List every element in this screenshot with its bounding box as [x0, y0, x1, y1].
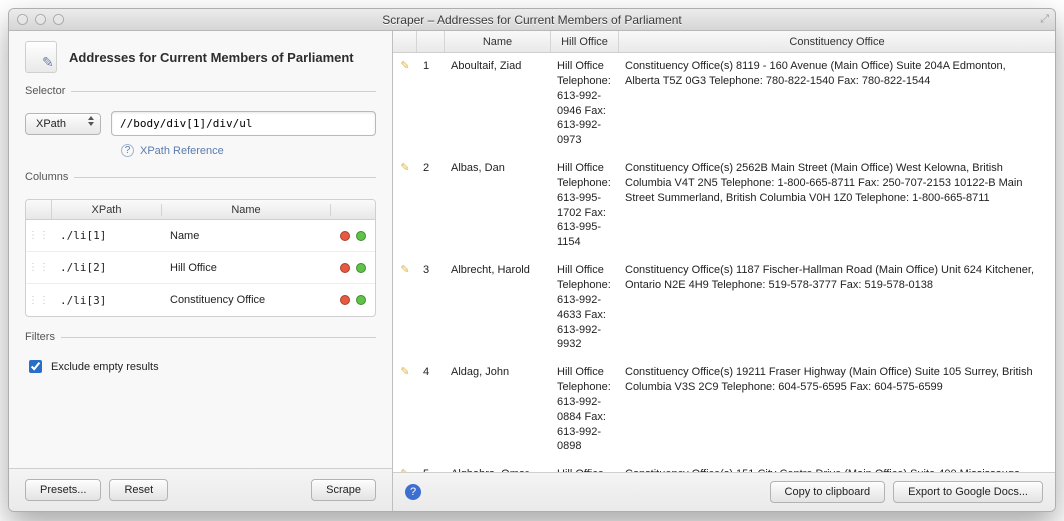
xpath-reference-link[interactable]: ? XPath Reference: [121, 144, 376, 157]
reset-button[interactable]: Reset: [109, 479, 168, 501]
results-body[interactable]: ✎1Aboultaif, ZiadHill Office Telephone: …: [393, 53, 1055, 472]
page-title: Addresses for Current Members of Parliam…: [69, 50, 354, 65]
cell-hill-office: Hill Office Telephone: 613-992-0946 Fax:…: [551, 59, 619, 148]
column-name[interactable]: Hill Office: [162, 262, 331, 274]
cell-name: Aldag, John: [445, 365, 551, 380]
presets-button[interactable]: Presets...: [25, 479, 101, 501]
columns-header-row: XPath Name: [26, 200, 375, 220]
results-header-num: [417, 31, 445, 52]
columns-legend: Columns: [25, 171, 74, 183]
columns-header-xpath: XPath: [52, 204, 162, 216]
table-row[interactable]: ✎5Alghabra, OmarHill Office Telephone: 6…: [393, 461, 1055, 472]
column-xpath[interactable]: ./li[2]: [52, 261, 162, 274]
exclude-empty-label: Exclude empty results: [51, 361, 159, 373]
export-google-docs-button[interactable]: Export to Google Docs...: [893, 481, 1043, 503]
row-number: 3: [417, 263, 445, 278]
remove-column-icon[interactable]: [340, 231, 350, 241]
drag-handle-icon[interactable]: ⋮⋮: [26, 262, 52, 273]
cell-name: Aboultaif, Ziad: [445, 59, 551, 74]
cell-constituency-office: Constituency Office(s) 8119 - 160 Avenue…: [619, 59, 1055, 89]
column-name[interactable]: Constituency Office: [162, 294, 331, 306]
xpath-reference-label: XPath Reference: [140, 145, 224, 157]
scrape-button[interactable]: Scrape: [311, 479, 376, 501]
table-row[interactable]: ✎4Aldag, JohnHill Office Telephone: 613-…: [393, 359, 1055, 461]
results-header-hill[interactable]: Hill Office: [551, 31, 619, 52]
document-edit-icon: [25, 41, 57, 73]
selector-legend: Selector: [25, 85, 71, 97]
column-row: ⋮⋮ ./li[2] Hill Office: [26, 252, 375, 284]
cell-constituency-office: Constituency Office(s) 19211 Fraser High…: [619, 365, 1055, 395]
column-name[interactable]: Name: [162, 230, 331, 242]
selector-section: Selector XPath ? XPath Reference: [25, 85, 376, 157]
remove-column-icon[interactable]: [340, 263, 350, 273]
right-footer: ? Copy to clipboard Export to Google Doc…: [393, 472, 1055, 511]
selector-expression-input[interactable]: [111, 111, 376, 136]
add-column-icon[interactable]: [356, 263, 366, 273]
exclude-empty-row[interactable]: Exclude empty results: [25, 357, 376, 376]
remove-column-icon[interactable]: [340, 295, 350, 305]
table-row[interactable]: ✎3Albrecht, HaroldHill Office Telephone:…: [393, 257, 1055, 359]
edit-row-icon[interactable]: ✎: [393, 59, 417, 74]
table-row[interactable]: ✎1Aboultaif, ZiadHill Office Telephone: …: [393, 53, 1055, 155]
columns-section: Columns XPath Name ⋮⋮ ./li[1] Name: [25, 171, 376, 317]
cell-name: Albrecht, Harold: [445, 263, 551, 278]
row-number: 1: [417, 59, 445, 74]
fullscreen-icon[interactable]: ⤢: [1040, 13, 1049, 26]
drag-handle-icon[interactable]: ⋮⋮: [26, 230, 52, 241]
column-xpath[interactable]: ./li[3]: [52, 294, 162, 307]
results-header-const[interactable]: Constituency Office: [619, 31, 1055, 52]
selector-mode-popup[interactable]: XPath: [25, 113, 101, 135]
add-column-icon[interactable]: [356, 231, 366, 241]
row-number: 4: [417, 365, 445, 380]
results-header-edit: [393, 31, 417, 52]
add-column-icon[interactable]: [356, 295, 366, 305]
cell-constituency-office: Constituency Office(s) 2562B Main Street…: [619, 161, 1055, 206]
table-row[interactable]: ✎2Albas, DanHill Office Telephone: 613-9…: [393, 155, 1055, 257]
column-row: ⋮⋮ ./li[1] Name: [26, 220, 375, 252]
exclude-empty-checkbox[interactable]: [29, 360, 42, 373]
columns-table: XPath Name ⋮⋮ ./li[1] Name: [25, 199, 376, 317]
columns-header-name: Name: [162, 204, 331, 216]
column-row: ⋮⋮ ./li[3] Constituency Office: [26, 284, 375, 316]
results-panel: Name Hill Office Constituency Office ✎1A…: [393, 31, 1055, 511]
cell-name: Albas, Dan: [445, 161, 551, 176]
cell-hill-office: Hill Office Telephone: 613-992-4633 Fax:…: [551, 263, 619, 352]
window-body: Addresses for Current Members of Parliam…: [9, 31, 1055, 511]
results-header-name[interactable]: Name: [445, 31, 551, 52]
edit-row-icon[interactable]: ✎: [393, 263, 417, 278]
column-xpath[interactable]: ./li[1]: [52, 229, 162, 242]
filters-section: Filters Exclude empty results: [25, 331, 376, 376]
columns-header-handle: [26, 200, 52, 219]
left-footer: Presets... Reset Scrape: [9, 468, 392, 511]
copy-clipboard-button[interactable]: Copy to clipboard: [770, 481, 886, 503]
cell-constituency-office: Constituency Office(s) 1187 Fischer-Hall…: [619, 263, 1055, 293]
filters-legend: Filters: [25, 331, 61, 343]
window-title: Scraper – Addresses for Current Members …: [9, 13, 1055, 27]
cell-hill-office: Hill Office Telephone: 613-992-0884 Fax:…: [551, 365, 619, 454]
row-number: 2: [417, 161, 445, 176]
scraper-window: Scraper – Addresses for Current Members …: [8, 8, 1056, 512]
panel-header: Addresses for Current Members of Parliam…: [9, 31, 392, 85]
drag-handle-icon[interactable]: ⋮⋮: [26, 295, 52, 306]
left-panel: Addresses for Current Members of Parliam…: [9, 31, 393, 511]
left-content: Selector XPath ? XPath Reference Columns: [9, 85, 392, 468]
cell-hill-office: Hill Office Telephone: 613-995-1702 Fax:…: [551, 161, 619, 250]
help-icon: ?: [121, 144, 134, 157]
titlebar[interactable]: Scraper – Addresses for Current Members …: [9, 9, 1055, 31]
edit-row-icon[interactable]: ✎: [393, 161, 417, 176]
edit-row-icon[interactable]: ✎: [393, 365, 417, 380]
help-icon[interactable]: ?: [405, 484, 421, 500]
results-header: Name Hill Office Constituency Office: [393, 31, 1055, 53]
